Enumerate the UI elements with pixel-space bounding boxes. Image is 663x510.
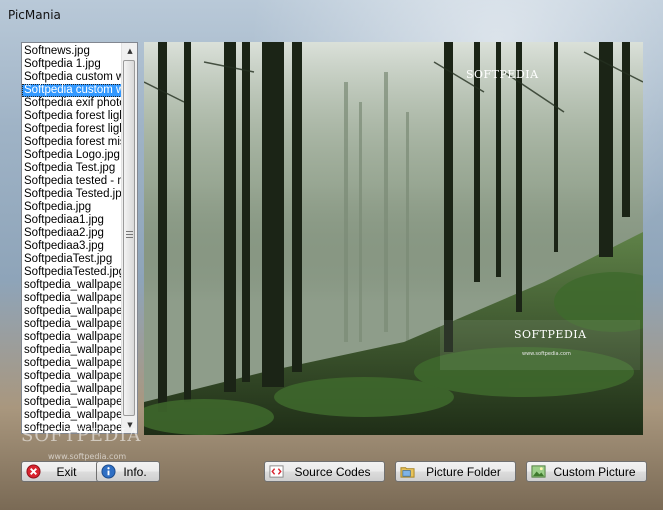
list-item[interactable]: softpedia_wallpaper_ — [22, 318, 122, 331]
source-codes-button[interactable]: Source Codes — [264, 461, 385, 482]
list-item[interactable]: Softpedia exif photo — [22, 97, 122, 110]
list-item[interactable]: softpedia_wallpaper_ — [22, 305, 122, 318]
list-item[interactable]: Softpedia tested - ne — [22, 175, 122, 188]
list-item[interactable]: softpedia_wallpaper_ — [22, 331, 122, 344]
list-item[interactable]: Softpedia custom wa — [22, 71, 122, 84]
title-bar[interactable]: PicMania — [0, 0, 663, 30]
picture-watermark-bottom: SOFTPEDIA — [514, 328, 587, 341]
background-watermark: SOFTPEDIA — [21, 425, 142, 446]
file-list[interactable]: Softnews.jpg Softpedia 1.jpg Softpedia cus… — [21, 42, 138, 434]
picture-folder-button-label: Picture Folder — [426, 465, 501, 479]
scroll-up-arrow-icon[interactable]: ▲ — [122, 43, 137, 59]
list-item[interactable]: Softpedia custom wa — [22, 84, 122, 97]
list-item[interactable]: Softpedia forest light — [22, 123, 122, 136]
list-item[interactable]: softpedia_wallpaper_ — [22, 279, 122, 292]
list-item[interactable]: Softpedia Tested.jpg — [22, 188, 122, 201]
info-button-label: Info. — [123, 465, 147, 479]
picture-watermark-url: www.softpedia.com — [522, 351, 571, 357]
list-item[interactable]: Softpedia forest light — [22, 110, 122, 123]
scrollbar-grip-icon — [126, 231, 133, 238]
file-list-scrollbar[interactable]: ▲ ▼ — [121, 43, 137, 433]
info-button[interactable]: Info. — [96, 461, 160, 482]
list-item[interactable]: SoftpediaTested.jpg — [22, 266, 122, 279]
list-item[interactable]: Softpedia Test.jpg — [22, 162, 122, 175]
list-item[interactable]: SoftpediaTest.jpg — [22, 253, 122, 266]
list-item[interactable]: Softpediaa3.jpg — [22, 240, 122, 253]
exit-button[interactable]: Exit — [21, 461, 102, 482]
picture-folder-button[interactable]: Picture Folder — [395, 461, 516, 482]
list-item[interactable]: softpedia_wallpaper_ — [22, 383, 122, 396]
list-item[interactable]: softpedia_wallpaper_ — [22, 396, 122, 409]
list-item[interactable]: Softpedia.jpg — [22, 201, 122, 214]
file-list-items: Softnews.jpg Softpedia 1.jpg Softpedia cus… — [22, 43, 122, 433]
scrollbar-thumb[interactable] — [123, 60, 135, 416]
exit-button-label: Exit — [56, 465, 77, 479]
list-item[interactable]: Softpediaa2.jpg — [22, 227, 122, 240]
list-item[interactable]: Softpediaa1.jpg — [22, 214, 122, 227]
picture-preview: SOFTPEDIA SOFTPEDIA www.softpedia.com — [144, 42, 643, 435]
list-item[interactable]: softpedia_wallpaper_ — [22, 344, 122, 357]
picture-watermark-top: SOFTPEDIA — [466, 68, 539, 81]
list-item[interactable]: Softpedia Logo.jpg — [22, 149, 122, 162]
forest-image — [144, 42, 643, 435]
custom-picture-button-label: Custom Picture — [553, 465, 636, 479]
background-watermark-url: www.softpedia.com — [48, 452, 127, 461]
window-title: PicMania — [8, 8, 61, 22]
list-item[interactable]: softpedia_wallpaper_ — [22, 370, 122, 383]
list-item[interactable]: Softpedia forest mist — [22, 136, 122, 149]
list-item[interactable]: softpedia_wallpaper_ — [22, 409, 122, 422]
list-item[interactable]: Softnews.jpg — [22, 45, 122, 58]
list-item[interactable]: softpedia_wallpaper_ — [22, 357, 122, 370]
list-item[interactable]: softpedia_wallpaper_ — [22, 292, 122, 305]
source-codes-button-label: Source Codes — [294, 465, 371, 479]
list-item[interactable]: Softpedia 1.jpg — [22, 58, 122, 71]
custom-picture-button[interactable]: Custom Picture — [526, 461, 647, 482]
